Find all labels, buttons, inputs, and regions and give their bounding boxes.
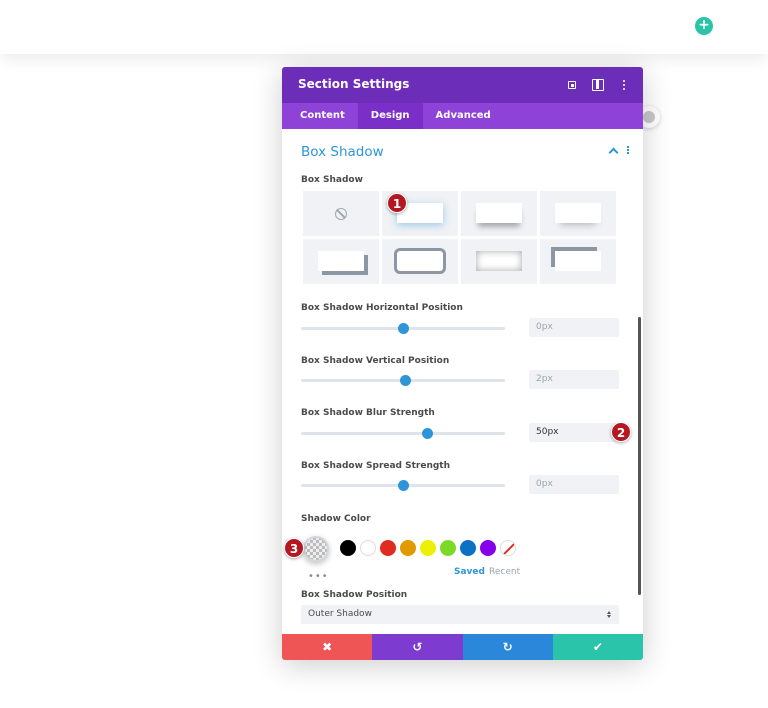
modal-footer: ✖ ↺ ↻ ✔: [282, 634, 643, 660]
swatch-yellow[interactable]: [420, 540, 436, 556]
redo-button[interactable]: ↻: [462, 634, 553, 660]
cancel-button[interactable]: ✖: [282, 634, 373, 660]
blur-strength-slider[interactable]: [301, 428, 505, 439]
save-button[interactable]: ✔: [552, 634, 643, 660]
preset-preview: [555, 251, 601, 271]
vertical-position-slider[interactable]: [301, 375, 505, 386]
preset-corner-offset[interactable]: [303, 239, 379, 284]
preset-top-left-offset[interactable]: [540, 239, 616, 284]
preset-preview: [397, 251, 443, 271]
spread-strength-input[interactable]: 0px: [529, 475, 619, 494]
swatch-red[interactable]: [380, 540, 396, 556]
more-vertical-icon[interactable]: [618, 79, 630, 91]
horizontal-position-input[interactable]: 0px: [529, 318, 619, 337]
swatch-blue[interactable]: [460, 540, 476, 556]
slider-handle[interactable]: [422, 428, 434, 439]
preset-border-outline[interactable]: [382, 239, 458, 284]
section-title[interactable]: Box Shadow: [301, 144, 384, 160]
box-shadow-position-label: Box Shadow Position: [301, 590, 408, 600]
undo-button[interactable]: ↺: [372, 634, 463, 660]
modal-title: Section Settings: [298, 77, 410, 91]
color-swatches: [340, 540, 516, 556]
preset-drop-bottom[interactable]: [461, 191, 537, 236]
swatch-black[interactable]: [340, 540, 356, 556]
annotation-badge-3: 3: [284, 538, 304, 558]
slider-handle[interactable]: [398, 323, 409, 334]
scrollbar[interactable]: [638, 317, 641, 595]
swatch-orange[interactable]: [400, 540, 416, 556]
box-shadow-presets: [303, 191, 618, 284]
plus-icon: +: [698, 17, 710, 33]
horizontal-position-slider[interactable]: [301, 323, 505, 334]
tab-design[interactable]: Design: [357, 103, 423, 129]
preset-preview: [318, 251, 364, 271]
page-topbar: +: [0, 0, 768, 54]
modal-header: Section Settings: [282, 67, 643, 103]
preset-preview: [476, 251, 522, 271]
section-settings-modal: Section Settings Content Design Advanced…: [282, 67, 643, 660]
preset-inset[interactable]: [461, 239, 537, 284]
spread-strength-slider[interactable]: [301, 480, 505, 491]
tab-content[interactable]: Content: [287, 103, 358, 129]
shadow-color-label: Shadow Color: [301, 514, 371, 524]
slider-handle[interactable]: [400, 375, 412, 386]
box-shadow-position-select[interactable]: Outer Shadow: [301, 605, 619, 624]
collapse-chevron-icon[interactable]: [608, 147, 619, 158]
preset-preview: [555, 203, 601, 223]
annotation-badge-2: 2: [611, 422, 631, 442]
recent-colors-tab[interactable]: Recent: [489, 567, 520, 577]
vertical-position-input[interactable]: 2px: [529, 370, 619, 389]
horizontal-position-label: Box Shadow Horizontal Position: [301, 303, 463, 313]
ban-icon: [335, 207, 347, 220]
saved-colors-tab[interactable]: Saved: [454, 567, 485, 577]
gear-icon: [643, 111, 655, 123]
tab-advanced[interactable]: Advanced: [423, 103, 504, 129]
more-colors-icon[interactable]: •••: [308, 571, 329, 582]
add-section-button[interactable]: +: [695, 17, 713, 35]
spread-strength-label: Box Shadow Spread Strength: [301, 461, 451, 471]
color-picker-swatch[interactable]: [303, 536, 329, 562]
columns-icon[interactable]: [592, 79, 604, 91]
select-value: Outer Shadow: [308, 609, 372, 619]
vertical-position-label: Box Shadow Vertical Position: [301, 356, 450, 366]
section-more-icon[interactable]: [627, 146, 629, 148]
header-icons: [566, 79, 630, 91]
preset-none[interactable]: [303, 191, 379, 236]
preset-soft-bottom[interactable]: [540, 191, 616, 236]
target-icon[interactable]: [566, 79, 578, 91]
modal-tabs: Content Design Advanced: [282, 103, 643, 129]
annotation-badge-1: 1: [387, 193, 407, 213]
swatch-green[interactable]: [440, 540, 456, 556]
select-arrow-icon: [606, 611, 611, 618]
modal-body: Box Shadow Box Shadow Box Shadow Horizon…: [282, 129, 643, 634]
preset-preview: [476, 203, 522, 223]
box-shadow-label: Box Shadow: [301, 175, 363, 185]
blur-strength-input[interactable]: 50px: [529, 423, 619, 442]
slider-handle[interactable]: [398, 480, 409, 491]
blur-strength-label: Box Shadow Blur Strength: [301, 408, 435, 418]
swatch-clear[interactable]: [500, 540, 516, 556]
swatch-white[interactable]: [360, 540, 376, 556]
swatch-purple[interactable]: [480, 540, 496, 556]
